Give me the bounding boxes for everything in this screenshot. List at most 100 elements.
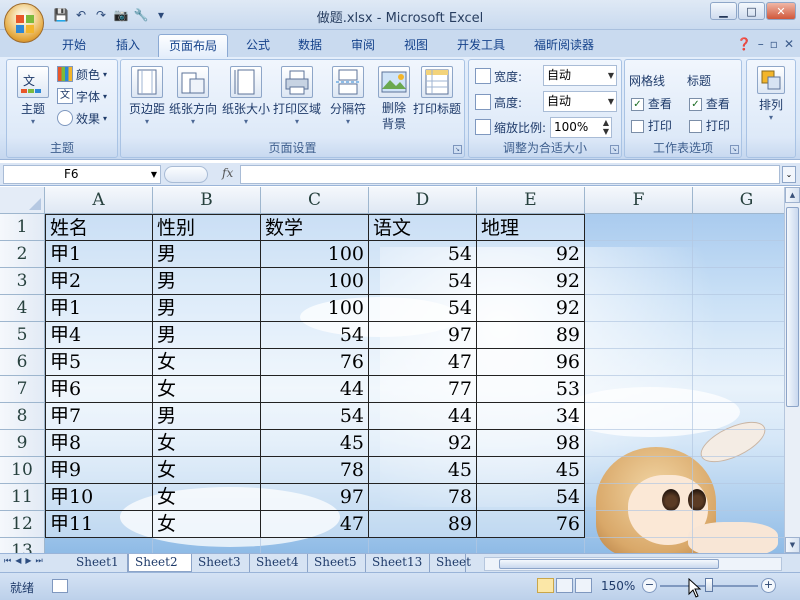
row-header-7[interactable]: 7 xyxy=(0,376,45,403)
headings-view-checkbox[interactable]: ✓ 查看 xyxy=(689,95,730,112)
cell-b4[interactable]: 男 xyxy=(153,295,261,322)
restore-workbook-button[interactable]: ▫ xyxy=(770,37,778,51)
zoom-out-button[interactable]: − xyxy=(642,578,657,593)
column-header-f[interactable]: F xyxy=(585,187,693,214)
cell-d5[interactable]: 97 xyxy=(369,322,477,349)
sheet-tab-sheet5[interactable]: Sheet5 xyxy=(308,554,366,572)
cell-c12[interactable]: 47 xyxy=(261,511,369,538)
horizontal-scroll-thumb[interactable] xyxy=(499,559,719,569)
cell-e7[interactable]: 53 xyxy=(477,376,585,403)
scale-to-fit-launcher[interactable]: ↘ xyxy=(610,145,619,154)
cell-b3[interactable]: 男 xyxy=(153,268,261,295)
cell-e6[interactable]: 96 xyxy=(477,349,585,376)
cell-c10[interactable]: 78 xyxy=(261,457,369,484)
orientation-button[interactable]: 纸张方向 ▾ xyxy=(169,64,217,142)
formula-input[interactable] xyxy=(240,165,780,184)
row-header-1[interactable]: 1 xyxy=(0,214,45,241)
size-button[interactable]: 纸张大小 ▾ xyxy=(222,64,270,142)
tab-formulas[interactable]: 公式 xyxy=(236,34,280,57)
cell-d4[interactable]: 54 xyxy=(369,295,477,322)
theme-colors-button[interactable]: 颜色 ▾ xyxy=(57,64,107,84)
help-icon[interactable]: ❓ xyxy=(737,37,752,51)
height-dropdown[interactable]: 自动 ▼ xyxy=(543,91,617,112)
cell-e12[interactable]: 76 xyxy=(477,511,585,538)
cell-c2[interactable]: 100 xyxy=(261,241,369,268)
cell-c1[interactable]: 数学 xyxy=(261,214,369,241)
cell-e3[interactable]: 92 xyxy=(477,268,585,295)
row-header-8[interactable]: 8 xyxy=(0,403,45,430)
expand-formula-bar-button[interactable]: ⌄ xyxy=(782,166,796,183)
column-header-c[interactable]: C xyxy=(261,187,369,214)
column-header-g[interactable]: G xyxy=(693,187,784,214)
cell-b2[interactable]: 男 xyxy=(153,241,261,268)
cell-b8[interactable]: 男 xyxy=(153,403,261,430)
cell-d1[interactable]: 语文 xyxy=(369,214,477,241)
cell-c8[interactable]: 54 xyxy=(261,403,369,430)
tab-page-layout[interactable]: 页面布局 xyxy=(158,34,229,57)
cell-c9[interactable]: 45 xyxy=(261,430,369,457)
tab-review[interactable]: 审阅 xyxy=(341,34,385,57)
cell-c5[interactable]: 54 xyxy=(261,322,369,349)
zoom-slider-thumb[interactable] xyxy=(705,578,713,592)
gridlines-print-checkbox[interactable]: 打印 xyxy=(631,117,672,134)
sheet-tab-sheet13[interactable]: Sheet13 xyxy=(366,554,430,572)
headings-print-checkbox[interactable]: 打印 xyxy=(689,117,730,134)
normal-view-button[interactable] xyxy=(537,578,554,593)
margins-button[interactable]: 页边距 ▾ xyxy=(123,64,171,142)
cell-a8[interactable]: 甲7 xyxy=(45,403,153,430)
cell-d9[interactable]: 92 xyxy=(369,430,477,457)
first-sheet-icon[interactable]: ⏮ xyxy=(4,556,11,566)
sheet-tab-sheet2[interactable]: Sheet2 xyxy=(128,554,192,572)
cell-e10[interactable]: 45 xyxy=(477,457,585,484)
maximize-button[interactable]: □ xyxy=(738,2,765,20)
cell-b11[interactable]: 女 xyxy=(153,484,261,511)
column-header-e[interactable]: E xyxy=(477,187,585,214)
tab-home[interactable]: 开始 xyxy=(52,34,96,57)
vertical-scrollbar[interactable]: ▲ ▼ xyxy=(784,187,800,553)
tab-developer[interactable]: 开发工具 xyxy=(447,34,515,57)
page-layout-view-button[interactable] xyxy=(556,578,573,593)
cell-a10[interactable]: 甲9 xyxy=(45,457,153,484)
select-all-button[interactable] xyxy=(0,187,45,214)
width-dropdown[interactable]: 自动 ▼ xyxy=(543,65,617,86)
cell-c7[interactable]: 44 xyxy=(261,376,369,403)
cell-a7[interactable]: 甲6 xyxy=(45,376,153,403)
close-button[interactable]: ✕ xyxy=(766,2,796,20)
theme-fonts-button[interactable]: 文 字体 ▾ xyxy=(57,86,107,106)
page-break-preview-button[interactable] xyxy=(575,578,592,593)
name-box[interactable]: F6 ▼ xyxy=(3,165,161,184)
breaks-button[interactable]: 分隔符 ▾ xyxy=(324,64,372,142)
cell-e4[interactable]: 92 xyxy=(477,295,585,322)
cell-b9[interactable]: 女 xyxy=(153,430,261,457)
cell-a9[interactable]: 甲8 xyxy=(45,430,153,457)
cell-b7[interactable]: 女 xyxy=(153,376,261,403)
next-sheet-icon[interactable]: ▶ xyxy=(25,556,31,566)
tab-insert[interactable]: 插入 xyxy=(106,34,150,57)
cell-a1[interactable]: 姓名 xyxy=(45,214,153,241)
scroll-down-button[interactable]: ▼ xyxy=(785,537,800,553)
row-header-6[interactable]: 6 xyxy=(0,349,45,376)
cell-d2[interactable]: 54 xyxy=(369,241,477,268)
row-header-3[interactable]: 3 xyxy=(0,268,45,295)
cell-a12[interactable]: 甲11 xyxy=(45,511,153,538)
sheet-tab-sheet4[interactable]: Sheet4 xyxy=(250,554,308,572)
cell-a2[interactable]: 甲1 xyxy=(45,241,153,268)
worksheet-grid[interactable]: A B C D E F G 1 2 3 4 5 6 7 8 9 10 11 12 13 姓名 性别 数学 语文 地理 甲1 男 100… xyxy=(0,187,784,553)
cell-e1[interactable]: 地理 xyxy=(477,214,585,241)
print-area-button[interactable]: 打印区域 ▾ xyxy=(273,64,321,142)
print-titles-button[interactable]: 打印标题 xyxy=(411,64,463,142)
cell-d10[interactable]: 45 xyxy=(369,457,477,484)
sheet-tab-sheet3[interactable]: Sheet3 xyxy=(192,554,250,572)
cell-a3[interactable]: 甲2 xyxy=(45,268,153,295)
cell-c4[interactable]: 100 xyxy=(261,295,369,322)
cell-d11[interactable]: 78 xyxy=(369,484,477,511)
spinner-arrows-icon[interactable]: ▲ ▼ xyxy=(603,118,609,136)
cell-b10[interactable]: 女 xyxy=(153,457,261,484)
row-header-4[interactable]: 4 xyxy=(0,295,45,322)
cell-d6[interactable]: 47 xyxy=(369,349,477,376)
tab-foxit-reader[interactable]: 福昕阅读器 xyxy=(524,34,604,57)
cell-e11[interactable]: 54 xyxy=(477,484,585,511)
cell-c6[interactable]: 76 xyxy=(261,349,369,376)
arrange-button[interactable]: 排列 ▾ xyxy=(748,64,794,142)
tab-view[interactable]: 视图 xyxy=(394,34,438,57)
